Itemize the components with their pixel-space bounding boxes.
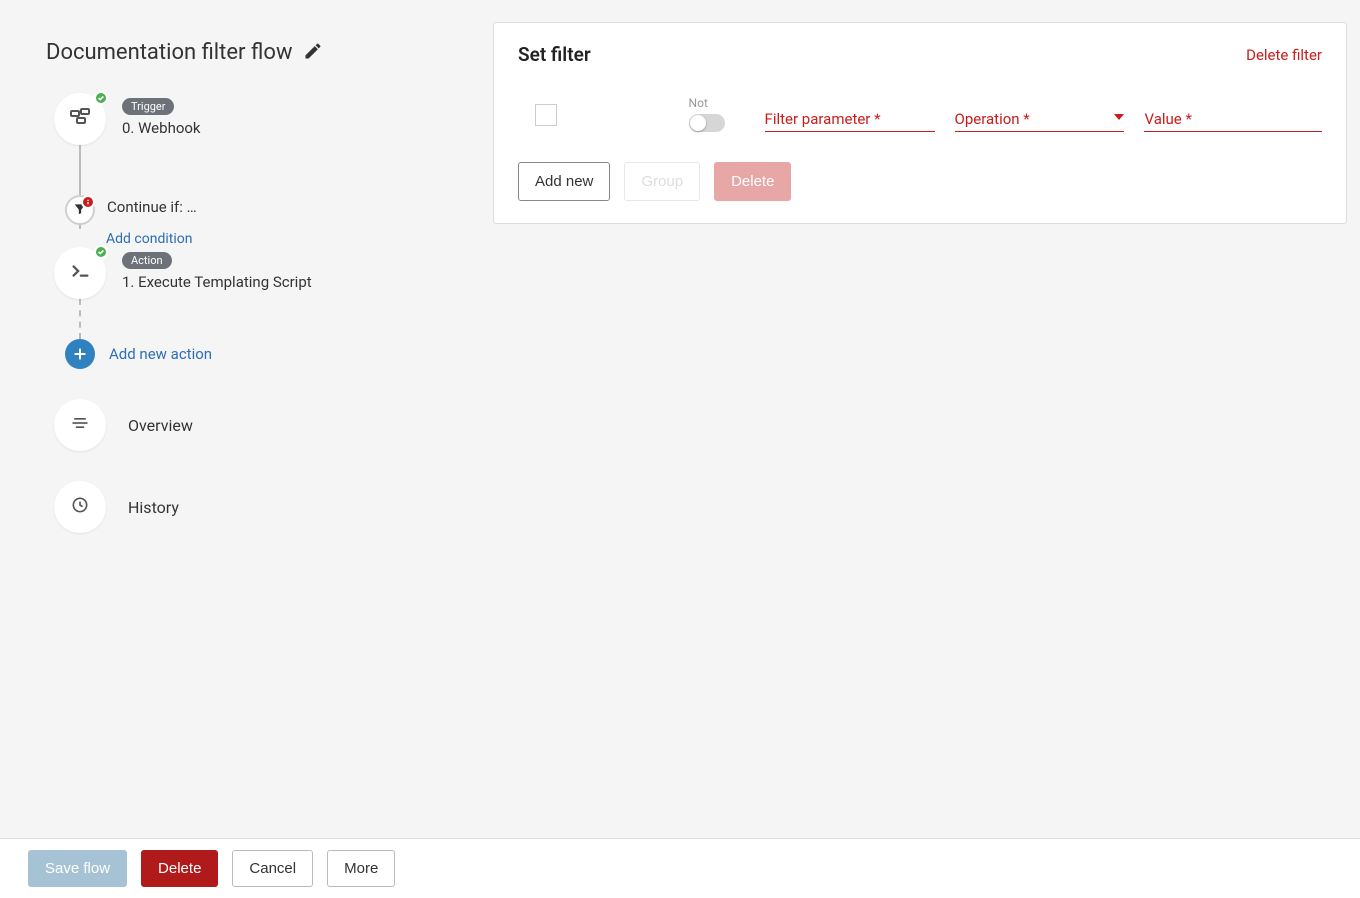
flow-step-action[interactable]: Action 1. Execute Templating Script	[54, 247, 490, 299]
plus-icon	[65, 339, 95, 369]
chevron-down-icon	[1114, 105, 1124, 124]
panel-title: Set filter	[518, 43, 591, 66]
delete-filter-link[interactable]: Delete filter	[1246, 46, 1322, 64]
status-error-icon	[81, 195, 95, 209]
trigger-badge: Trigger	[122, 98, 174, 115]
save-flow-button[interactable]: Save flow	[28, 850, 127, 887]
more-button[interactable]: More	[327, 850, 395, 887]
add-new-button[interactable]: Add new	[518, 162, 610, 201]
nav-overview-label: Overview	[106, 416, 193, 435]
add-action-label: Add new action	[95, 345, 212, 363]
flow-step-condition[interactable]: Continue if: …	[54, 195, 490, 225]
filter-panel: Set filter Delete filter Not Filter para…	[493, 22, 1347, 224]
footer-bar: Save flow Delete Cancel More	[0, 838, 1360, 898]
edit-icon[interactable]	[303, 41, 323, 65]
nav-overview[interactable]: Overview	[54, 399, 490, 451]
group-button[interactable]: Group	[624, 162, 700, 201]
not-toggle-label: Not	[689, 96, 708, 110]
status-ok-icon	[94, 91, 108, 105]
nav-history-label: History	[106, 498, 179, 517]
nav-history[interactable]: History	[54, 481, 490, 533]
flow-step-trigger[interactable]: Trigger 0. Webhook	[54, 93, 490, 145]
clock-icon	[70, 495, 90, 519]
filter-parameter-field[interactable]: Filter parameter *	[765, 109, 935, 132]
trigger-label: 0. Webhook	[122, 119, 201, 137]
not-toggle[interactable]	[689, 114, 725, 132]
value-field[interactable]: Value *	[1144, 109, 1322, 132]
add-new-action-row[interactable]: Add new action	[54, 339, 490, 369]
delete-button[interactable]: Delete	[141, 850, 218, 887]
webhook-icon	[68, 105, 92, 133]
terminal-icon	[69, 260, 91, 286]
action-label: 1. Execute Templating Script	[122, 273, 312, 291]
action-badge: Action	[122, 252, 172, 269]
delete-row-button[interactable]: Delete	[714, 162, 791, 201]
filter-row-checkbox[interactable]	[535, 104, 557, 126]
overview-icon	[70, 413, 90, 437]
status-ok-icon	[94, 245, 108, 259]
add-condition-link[interactable]: Add condition	[106, 231, 192, 247]
flow-title: Documentation filter flow	[46, 40, 293, 65]
condition-label: Continue if: …	[107, 198, 197, 216]
operation-field[interactable]: Operation *	[955, 109, 1125, 132]
cancel-button[interactable]: Cancel	[232, 850, 313, 887]
